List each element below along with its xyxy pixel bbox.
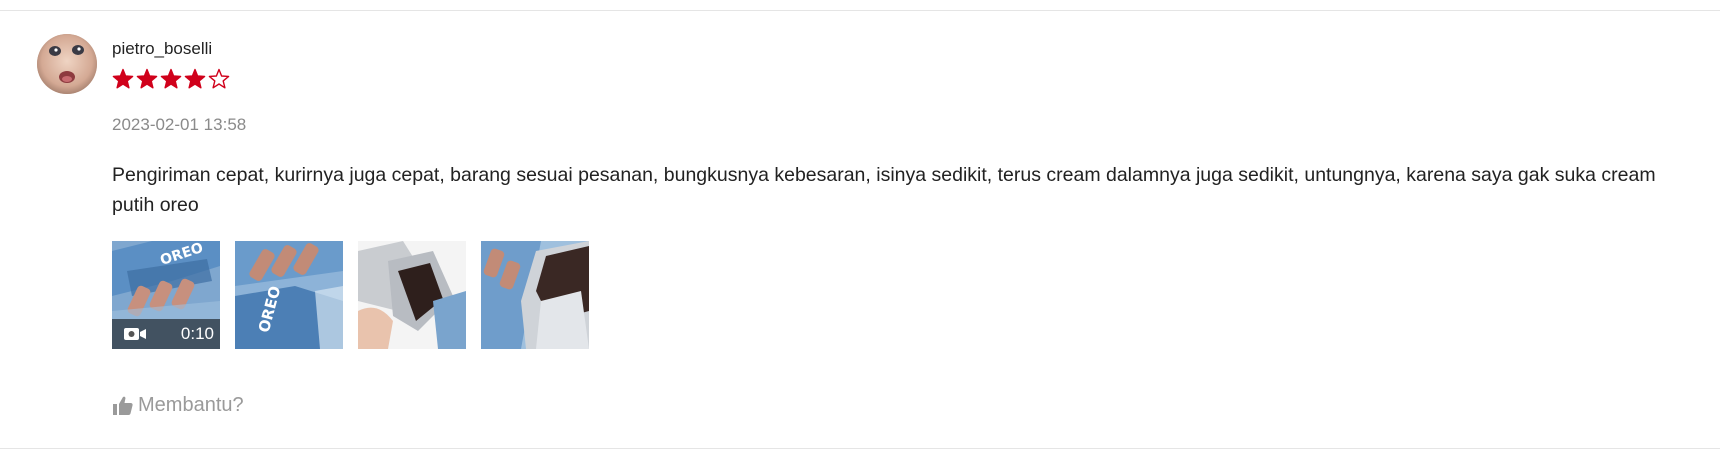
review-media: OREO 0:10 OREO [112, 241, 589, 349]
reviewer-username: pietro_boselli [112, 39, 213, 58]
media-thumbnail-video[interactable]: OREO 0:10 [112, 241, 220, 349]
avatar[interactable] [37, 34, 97, 94]
video-camera-icon [124, 328, 146, 340]
star-filled-icon [184, 68, 206, 89]
thumbs-up-icon [113, 396, 133, 415]
review-text: Pengiriman cepat, kurirnya juga cepat, b… [112, 164, 1656, 216]
top-divider [0, 10, 1720, 11]
star-filled-icon [160, 68, 182, 89]
helpful-button[interactable]: Membantu? [112, 394, 244, 417]
review-timestamp: 2023-02-01 13:58 [112, 115, 247, 134]
video-overlay: 0:10 [112, 319, 220, 349]
star-filled-icon [136, 68, 158, 89]
star-filled-icon [112, 68, 134, 89]
media-thumbnail-image[interactable] [358, 241, 466, 349]
helpful-label: Membantu? [138, 394, 244, 416]
star-empty-icon [208, 68, 230, 89]
video-duration: 0:10 [180, 324, 214, 343]
bottom-divider [0, 448, 1720, 449]
rating-stars [112, 68, 230, 90]
media-thumbnail-image[interactable]: OREO [235, 241, 343, 349]
media-thumbnail-image[interactable] [481, 241, 589, 349]
